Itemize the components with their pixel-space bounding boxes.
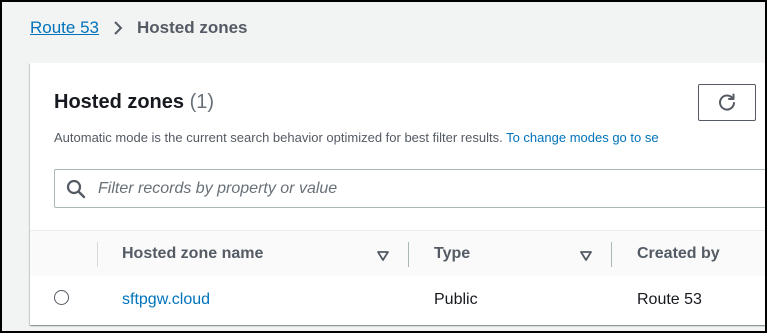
column-label: Hosted zone name [122, 244, 264, 262]
title-text: Hosted zones [54, 91, 185, 113]
hosted-zone-name-link[interactable]: sftpgw.cloud [122, 276, 210, 323]
column-header-hosted-zone-name[interactable]: Hosted zone name [122, 231, 263, 276]
column-header-type[interactable]: Type [434, 231, 470, 276]
column-divider [97, 242, 98, 267]
refresh-icon [717, 93, 737, 113]
search-icon [66, 179, 86, 199]
sort-down-icon[interactable] [377, 248, 389, 261]
sort-down-icon[interactable] [580, 248, 592, 261]
column-label: Created by [637, 244, 720, 262]
description-text: Automatic mode is the current search beh… [54, 130, 503, 145]
hosted-zone-created-by: Route 53 [637, 290, 702, 308]
hosted-zone-type: Public [434, 290, 478, 308]
title-count: (1) [189, 91, 215, 113]
row-select-radio[interactable] [54, 290, 69, 305]
column-divider[interactable] [408, 242, 409, 267]
filter-input[interactable] [96, 178, 700, 199]
column-header-created-by[interactable]: Created by [637, 231, 720, 276]
page-title: Hosted zones (1) [54, 91, 214, 114]
column-label: Type [434, 244, 471, 262]
search-bar [54, 169, 767, 208]
table-header: Hosted zone name Type Created by [30, 230, 767, 277]
refresh-button[interactable] [698, 84, 756, 121]
breadcrumb-current: Hosted zones [137, 18, 248, 37]
breadcrumb: Route 53 Hosted zones [30, 17, 248, 39]
change-mode-link[interactable]: To change modes go to se [506, 130, 659, 145]
chevron-right-icon [113, 20, 123, 36]
hosted-zones-panel: Hosted zones (1) Automatic mode is the c… [30, 63, 767, 325]
breadcrumb-route53-link[interactable]: Route 53 [30, 18, 99, 38]
search-mode-description: Automatic mode is the current search beh… [54, 130, 659, 145]
table-row[interactable]: sftpgw.cloud Public Route 53 [30, 276, 767, 325]
column-divider[interactable] [611, 242, 612, 267]
